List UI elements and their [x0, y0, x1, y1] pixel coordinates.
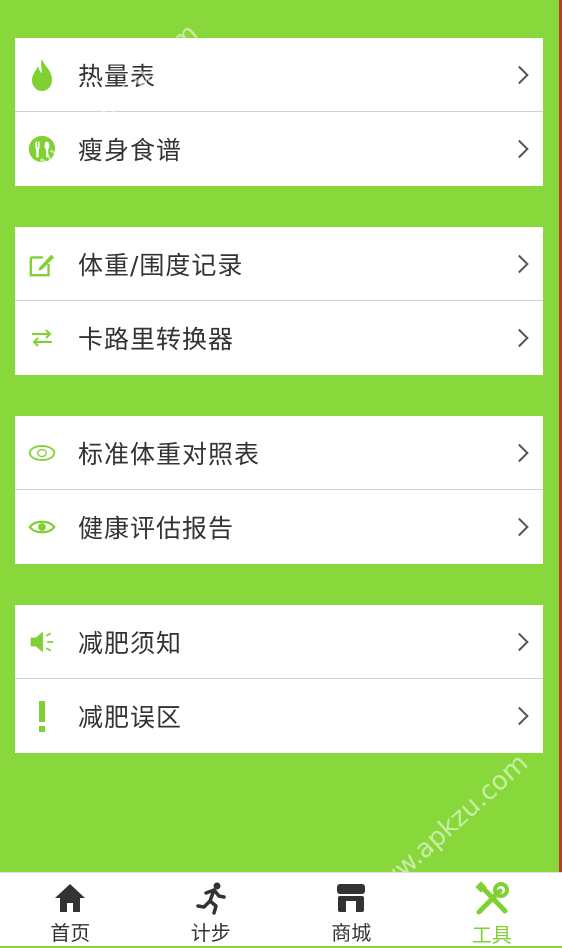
menu-item-label: 瘦身食谱: [78, 131, 182, 167]
menu-item-label: 健康评估报告: [78, 509, 234, 545]
swap-arrows-icon: [28, 324, 56, 352]
menu-item-label: 减肥误区: [78, 698, 182, 734]
chevron-right-icon: [510, 632, 528, 650]
tool-group-3: 标准体重对照表 健康评估报告: [15, 416, 543, 564]
tab-label: 计步: [191, 917, 231, 946]
menu-item-weight-record[interactable]: 体重/围度记录: [15, 227, 543, 301]
tab-label: 首页: [50, 917, 90, 946]
menu-item-standard-weight[interactable]: 标准体重对照表: [15, 416, 543, 490]
menu-item-diet-notes[interactable]: 减肥须知: [15, 605, 543, 679]
home-icon: [52, 881, 88, 915]
chevron-right-icon: [510, 140, 528, 158]
speaker-icon: [28, 628, 56, 656]
chevron-right-icon: [510, 707, 528, 725]
eye-icon: [28, 513, 56, 541]
menu-item-health-report[interactable]: 健康评估报告: [15, 490, 543, 564]
cutlery-icon: [28, 135, 56, 163]
exclamation-icon: [28, 702, 56, 730]
menu-item-diet-recipes[interactable]: 瘦身食谱: [15, 112, 543, 186]
menu-item-label: 标准体重对照表: [78, 435, 260, 471]
menu-item-label: 体重/围度记录: [78, 246, 243, 282]
edit-icon: [28, 250, 56, 278]
tab-tools[interactable]: 工具: [422, 873, 562, 946]
tool-group-4: 减肥须知 减肥误区: [15, 605, 543, 753]
chevron-right-icon: [510, 329, 528, 347]
running-icon: [193, 881, 229, 915]
menu-item-calorie-table[interactable]: 热量表: [15, 38, 543, 112]
menu-item-label: 热量表: [78, 57, 156, 93]
tab-shop[interactable]: 商城: [281, 873, 422, 946]
tools-icon: [474, 881, 510, 917]
bottom-tab-bar: 首页 计步 商城 工具: [0, 872, 562, 946]
tool-group-1: 热量表 瘦身食谱: [15, 38, 543, 186]
shop-icon: [333, 881, 369, 915]
menu-item-calorie-converter[interactable]: 卡路里转换器: [15, 301, 543, 375]
tab-label: 商城: [331, 917, 371, 946]
menu-item-label: 卡路里转换器: [78, 320, 234, 356]
tab-pedometer[interactable]: 计步: [141, 873, 282, 946]
menu-item-label: 减肥须知: [78, 624, 182, 660]
flame-icon: [28, 61, 56, 89]
tool-group-2: 体重/围度记录 卡路里转换器: [15, 227, 543, 375]
tab-label: 工具: [472, 919, 512, 948]
tab-home[interactable]: 首页: [0, 873, 141, 946]
menu-item-diet-myths[interactable]: 减肥误区: [15, 679, 543, 753]
chevron-right-icon: [510, 65, 528, 83]
chevron-right-icon: [510, 443, 528, 461]
tape-measure-icon: [28, 439, 56, 467]
chevron-right-icon: [510, 254, 528, 272]
chevron-right-icon: [510, 518, 528, 536]
